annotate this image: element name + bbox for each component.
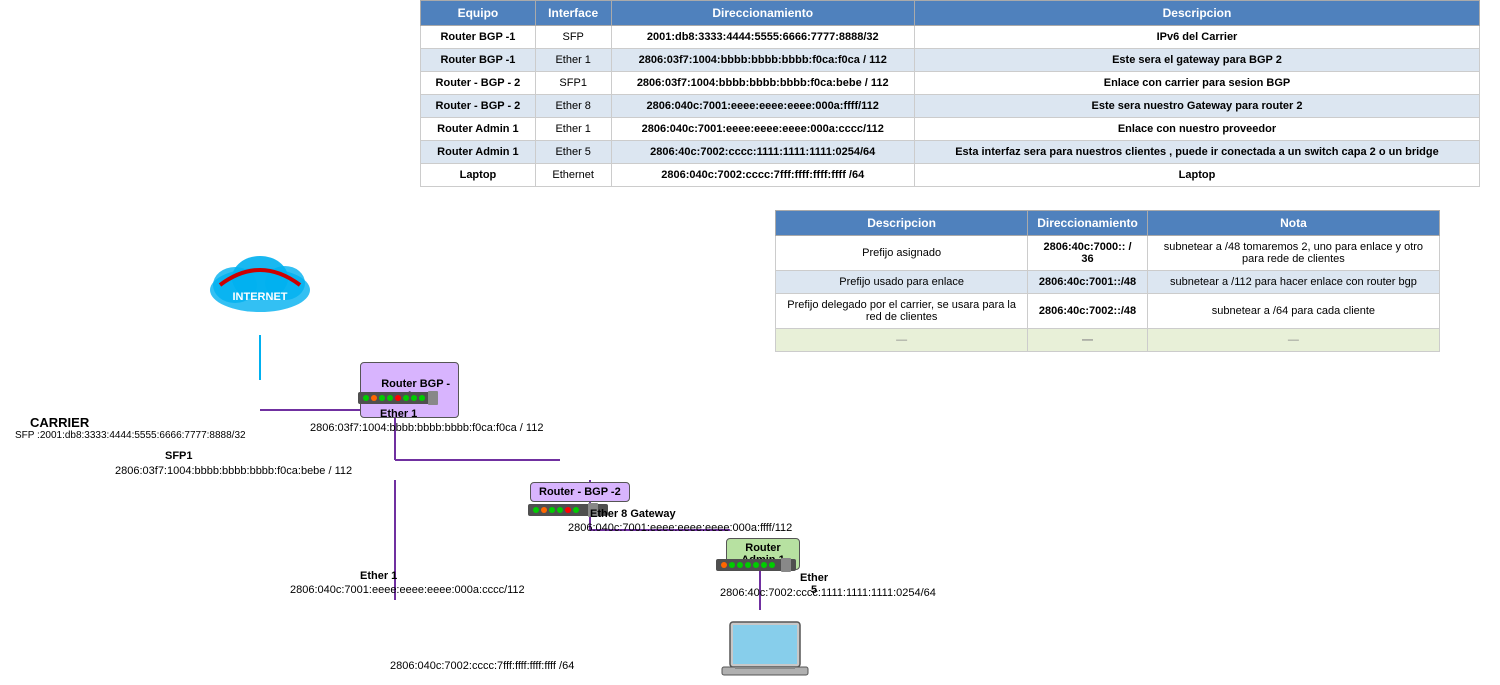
table-row: Router BGP -1Ether 12806:03f7:1004:bbbb:…	[421, 49, 1480, 72]
second-table-cell: 2806:40c:7001::/48	[1028, 271, 1148, 294]
col-descripcion: Descripcion	[914, 1, 1479, 26]
table-row: Router - BGP - 2SFP12806:03f7:1004:bbbb:…	[421, 72, 1480, 95]
table-cell: Router - BGP - 2	[421, 72, 536, 95]
table-cell: Enlace con nuestro proveedor	[914, 118, 1479, 141]
carrier-sfp-label: SFP :2001:db8:3333:4444:5555:6666:7777:8…	[15, 430, 246, 441]
second-table-cell: —	[776, 329, 1028, 352]
second-table-cell: —	[1028, 329, 1148, 352]
table-cell: 2806:040c:7001:eeee:eeee:eeee:000a:cccc/…	[611, 118, 914, 141]
table-cell: Ether 8	[535, 95, 611, 118]
second-table-section: Descripcion Direccionamiento Nota Prefij…	[775, 210, 1440, 352]
router-icon-3	[716, 555, 801, 575]
table-cell: Router - BGP - 2	[421, 95, 536, 118]
col-equipo: Equipo	[421, 1, 536, 26]
second-table-cell: subnetear a /64 para cada cliente	[1147, 294, 1439, 329]
table-cell: SFP1	[535, 72, 611, 95]
table-cell: Este sera el gateway para BGP 2	[914, 49, 1479, 72]
laptop-svg	[720, 620, 810, 685]
second-table-cell: subnetear a /48 tomaremos 2, uno para en…	[1147, 236, 1439, 271]
router-bgp2-box: Router - BGP -2	[530, 482, 630, 502]
ether8-label: Ether 8 Gateway	[590, 508, 676, 520]
router-icon	[358, 388, 443, 408]
second-table-cell: Prefijo usado para enlace	[776, 271, 1028, 294]
table-row: Router Admin 1Ether 12806:040c:7001:eeee…	[421, 118, 1480, 141]
table-cell: Ether 1	[535, 118, 611, 141]
table-cell: Ether 1	[535, 49, 611, 72]
table-cell: Laptop	[914, 164, 1479, 187]
table-cell: SFP	[535, 26, 611, 49]
second-table-cell: 2806:40c:7000:: / 36	[1028, 236, 1148, 271]
bgp1-ether1-addr: 2806:03f7:1004:bbbb:bbbb:bbbb:f0ca:f0ca …	[310, 422, 543, 434]
second-table-cell: Prefijo asignado	[776, 236, 1028, 271]
admin1-ether1-label: Ether 1	[360, 570, 397, 582]
carrier-label: CARRIER	[30, 415, 89, 430]
cloud-icon: INTERNET	[200, 250, 320, 320]
table-cell: Este sera nuestro Gateway para router 2	[914, 95, 1479, 118]
table-cell: Esta interfaz sera para nuestros cliente…	[914, 141, 1479, 164]
laptop-addr-label: 2806:040c:7002:cccc:7fff:ffff:ffff:ffff …	[390, 660, 574, 672]
table-cell: Router BGP -1	[421, 26, 536, 49]
second-table-row: Prefijo asignado2806:40c:7000:: / 36subn…	[776, 236, 1440, 271]
second-table: Descripcion Direccionamiento Nota Prefij…	[775, 210, 1440, 352]
col-direccionamiento: Direccionamiento	[611, 1, 914, 26]
table-cell: Router Admin 1	[421, 118, 536, 141]
second-table-row: ———	[776, 329, 1440, 352]
second-table-cell: —	[1147, 329, 1439, 352]
table-cell: IPv6 del Carrier	[914, 26, 1479, 49]
sfp1-addr: 2806:03f7:1004:bbbb:bbbb:bbbb:f0ca:bebe …	[115, 465, 352, 477]
bgp1-ether1-label: Ether 1	[380, 408, 417, 420]
table-cell: 2806:03f7:1004:bbbb:bbbb:bbbb:f0ca:bebe …	[611, 72, 914, 95]
admin1-ether1-addr: 2806:040c:7001:eeee:eeee:eeee:000a:cccc/…	[290, 584, 525, 596]
table-cell: Router BGP -1	[421, 49, 536, 72]
second-table-row: Prefijo delegado por el carrier, se usar…	[776, 294, 1440, 329]
table-row: Router BGP -1SFP2001:db8:3333:4444:5555:…	[421, 26, 1480, 49]
table-cell: 2806:03f7:1004:bbbb:bbbb:bbbb:f0ca:f0ca …	[611, 49, 914, 72]
ether5-addr: 2806:40c:7002:cccc:1111:1111:1111:0254/6…	[720, 587, 936, 599]
internet-cloud: INTERNET	[190, 240, 330, 330]
col-interface: Interface	[535, 1, 611, 26]
router-admin1-device	[716, 555, 801, 578]
table-cell: 2001:db8:3333:4444:5555:6666:7777:8888/3…	[611, 26, 914, 49]
col2-direccionamiento: Direccionamiento	[1028, 211, 1148, 236]
network-diagram: INTERNET CARRIER SFP :2001:db8:3333:4444…	[0, 140, 800, 620]
col2-nota: Nota	[1147, 211, 1439, 236]
second-table-row: Prefijo usado para enlace2806:40c:7001::…	[776, 271, 1440, 294]
table-cell: Enlace con carrier para sesion BGP	[914, 72, 1479, 95]
svg-text:INTERNET: INTERNET	[233, 291, 288, 303]
second-table-cell: subnetear a /112 para hacer enlace con r…	[1147, 271, 1439, 294]
sfp1-label: SFP1	[165, 450, 193, 462]
laptop-icon	[720, 620, 810, 685]
second-table-cell: Prefijo delegado por el carrier, se usar…	[776, 294, 1028, 329]
ether8-addr: 2806:040c:7001:eeee:eeee:eeee:000a:ffff/…	[568, 522, 792, 534]
second-table-cell: 2806:40c:7002::/48	[1028, 294, 1148, 329]
table-cell: 2806:040c:7001:eeee:eeee:eeee:000a:ffff/…	[611, 95, 914, 118]
col2-descripcion: Descripcion	[776, 211, 1028, 236]
table-row: Router - BGP - 2Ether 82806:040c:7001:ee…	[421, 95, 1480, 118]
